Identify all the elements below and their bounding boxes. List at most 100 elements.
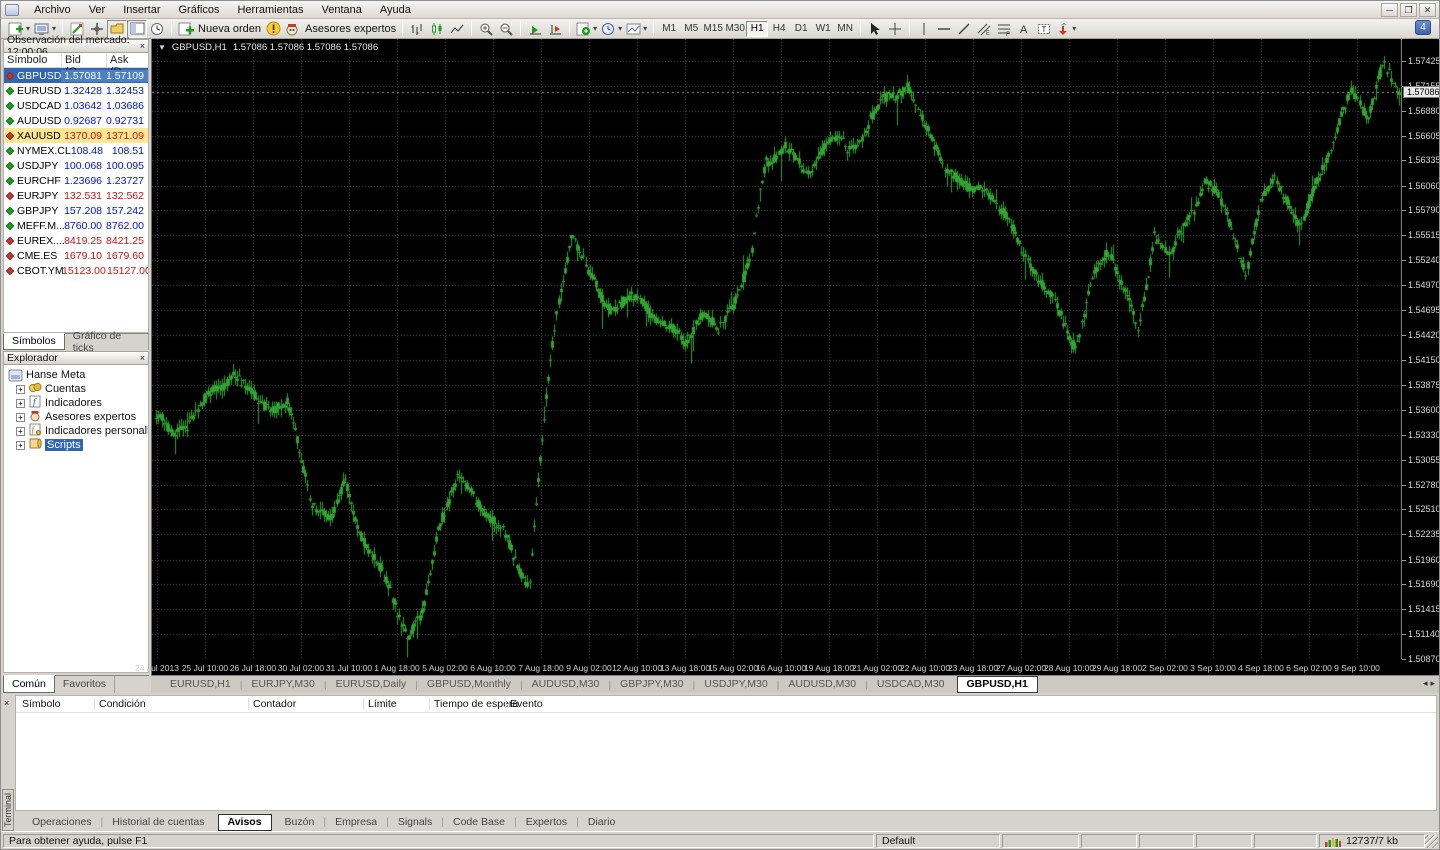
tab-gr-fico-de-ticks[interactable]: Gráfico de ticks — [65, 330, 149, 354]
navigator-item-scripts[interactable]: + Scripts — [4, 438, 148, 452]
market-watch-row[interactable]: NYMEX.CL 108.48 108.51 — [4, 143, 148, 158]
timeframe-m15[interactable]: M15 — [702, 21, 724, 37]
chart-tab-gbpusd-h1[interactable]: GBPUSD,H1 — [956, 676, 1038, 693]
bar-chart-button[interactable] — [407, 20, 427, 38]
periods-button[interactable]: ▾ — [599, 20, 624, 38]
column-ask[interactable]: Ask (D... — [107, 53, 148, 78]
cursor-button[interactable] — [865, 20, 885, 38]
crosshair-button[interactable] — [885, 20, 905, 38]
chart-tab-gbpusd-monthly[interactable]: GBPUSD,Monthly — [418, 677, 520, 692]
terminal-tab-diario[interactable]: Diario — [579, 815, 624, 830]
column-bid[interactable]: Bid (O... — [62, 53, 107, 78]
navigator-root[interactable]: Hanse Meta — [4, 368, 148, 382]
horizontal-line-button[interactable] — [934, 20, 954, 38]
resize-grip[interactable] — [1425, 835, 1438, 848]
chart-tab-usdcad-m30[interactable]: USDCAD,M30 — [868, 677, 954, 692]
close-icon[interactable]: × — [4, 698, 9, 708]
market-watch-row[interactable]: AUDUSD 0.92687 0.92731 — [4, 113, 148, 128]
price-chart-canvas[interactable] — [152, 39, 1402, 659]
templates-button[interactable]: ▾ — [624, 20, 649, 38]
market-watch-row[interactable]: EUREX.... 8419.25 8421.25 — [4, 233, 148, 248]
candles-chart-button[interactable] — [427, 20, 447, 38]
text-button[interactable]: A — [1014, 20, 1034, 38]
terminal-tab-expertos[interactable]: Expertos — [517, 815, 576, 830]
navigator-item-cuentas[interactable]: + Cuentas — [4, 382, 148, 396]
fibonacci-button[interactable]: F — [994, 20, 1014, 38]
market-watch-row[interactable]: USDJPY 100.068 100.095 — [4, 158, 148, 173]
minimize-button[interactable]: ─ — [1381, 3, 1398, 17]
terminal-tab-empresa[interactable]: Empresa — [326, 815, 386, 830]
navigator-item-indicadores[interactable]: + f Indicadores — [4, 395, 148, 410]
chevron-down-icon[interactable]: ▼ — [158, 43, 166, 52]
chart-tab-audusd-m30[interactable]: AUDUSD,M30 — [779, 677, 865, 692]
market-watch-row[interactable]: EURUSD 1.32428 1.32453 — [4, 83, 148, 98]
navigator-item-indicadores-personalizados[interactable]: +fIndicadores personalizados — [4, 423, 148, 438]
menu-grficos[interactable]: Gráficos — [170, 2, 229, 18]
zoom-in-button[interactable] — [476, 20, 496, 38]
chart-tab-usdjpy-m30[interactable]: USDJPY,M30 — [695, 677, 776, 692]
new-order-button[interactable]: Nueva orden — [176, 20, 263, 38]
menu-insertar[interactable]: Insertar — [114, 2, 169, 18]
channel-button[interactable]: E — [974, 20, 994, 38]
terminal-tab-historial-de-cuentas[interactable]: Historial de cuentas — [103, 815, 213, 830]
trendline-button[interactable] — [954, 20, 974, 38]
close-icon[interactable]: × — [140, 41, 145, 51]
restore-button[interactable]: ❐ — [1400, 3, 1417, 17]
menu-archivo[interactable]: Archivo — [25, 2, 80, 18]
tab-favoritos[interactable]: Favoritos — [55, 676, 116, 693]
terminal-column-4[interactable]: Límite — [368, 698, 397, 710]
market-watch-row[interactable]: CBOT.YM 15123.00 15127.00 — [4, 263, 148, 278]
timeframe-m5[interactable]: M5 — [680, 21, 702, 37]
market-watch-row[interactable]: MEFF.M... 8760.00 8762.00 — [4, 218, 148, 233]
label-button[interactable]: T — [1034, 20, 1054, 38]
expand-plus-icon[interactable]: + — [16, 384, 25, 394]
menu-ayuda[interactable]: Ayuda — [371, 2, 420, 18]
terminal-column-1[interactable]: Símbolo — [22, 698, 61, 710]
timeframe-m1[interactable]: M1 — [658, 21, 680, 37]
menu-ventana[interactable]: Ventana — [313, 2, 371, 18]
arrows-button[interactable]: ▾ — [1054, 20, 1078, 38]
timeframe-h4[interactable]: H4 — [768, 21, 790, 37]
close-button[interactable]: ✕ — [1419, 3, 1436, 17]
timeframe-mn[interactable]: MN — [834, 21, 856, 37]
tab-s-mbolos[interactable]: Símbolos — [3, 333, 65, 350]
expand-plus-icon[interactable]: + — [16, 440, 25, 450]
indicators-button[interactable]: ▾ — [574, 20, 599, 38]
timeframe-w1[interactable]: W1 — [812, 21, 834, 37]
market-watch-row[interactable]: USDCAD 1.03642 1.03686 — [4, 98, 148, 113]
terminal-tab-avisos[interactable]: Avisos — [217, 813, 272, 831]
expand-plus-icon[interactable]: + — [16, 412, 25, 422]
timeframe-m30[interactable]: M30 — [724, 21, 746, 37]
market-watch-row[interactable]: EURJPY 132.531 132.562 — [4, 188, 148, 203]
chart-tab-eurjpy-m30[interactable]: EURJPY,M30 — [242, 677, 323, 692]
terminal-tab-code-base[interactable]: Code Base — [444, 815, 514, 830]
alert-button[interactable] — [263, 20, 283, 38]
vertical-line-button[interactable] — [914, 20, 934, 38]
terminal-tab-buz-n[interactable]: Buzón — [276, 815, 324, 830]
notifications-badge[interactable]: 4 — [1415, 20, 1431, 35]
chart-tab-eurusd-h1[interactable]: EURUSD,H1 — [161, 677, 240, 692]
market-watch-row[interactable]: XAUUSD 1370.09 1371.09 — [4, 128, 148, 143]
expand-plus-icon[interactable]: + — [16, 426, 25, 436]
market-watch-row[interactable]: CME.ES 1679.10 1679.60 — [4, 248, 148, 263]
chart-tab-gbpjpy-m30[interactable]: GBPJPY,M30 — [611, 677, 692, 692]
navigator-item-asesores-expertos[interactable]: + Asesores expertos — [4, 410, 148, 424]
market-watch-row[interactable]: EURCHF 1.23696 1.23727 — [4, 173, 148, 188]
scroll-left-icon[interactable]: ◂ — [1423, 678, 1428, 689]
experts-button[interactable]: Asesores expertos — [283, 20, 398, 38]
menu-herramientas[interactable]: Herramientas — [228, 2, 312, 18]
terminal-column-3[interactable]: Contador — [253, 698, 296, 710]
menu-ver[interactable]: Ver — [80, 2, 115, 18]
chart-shift-button[interactable] — [545, 20, 565, 38]
timeframe-h1[interactable]: H1 — [746, 20, 769, 37]
line-chart-button[interactable] — [447, 20, 467, 38]
tick-chart-button[interactable] — [147, 20, 167, 38]
terminal-column-6[interactable]: Evento — [510, 698, 543, 710]
terminal-tab-signals[interactable]: Signals — [389, 815, 441, 830]
timeframe-d1[interactable]: D1 — [790, 21, 812, 37]
scroll-right-icon[interactable]: ▸ — [1430, 678, 1435, 689]
expand-plus-icon[interactable]: + — [16, 398, 25, 408]
tab-com-n[interactable]: Común — [3, 675, 55, 693]
terminal-column-2[interactable]: Condición — [99, 698, 146, 710]
status-profile[interactable]: Default — [876, 834, 1000, 848]
